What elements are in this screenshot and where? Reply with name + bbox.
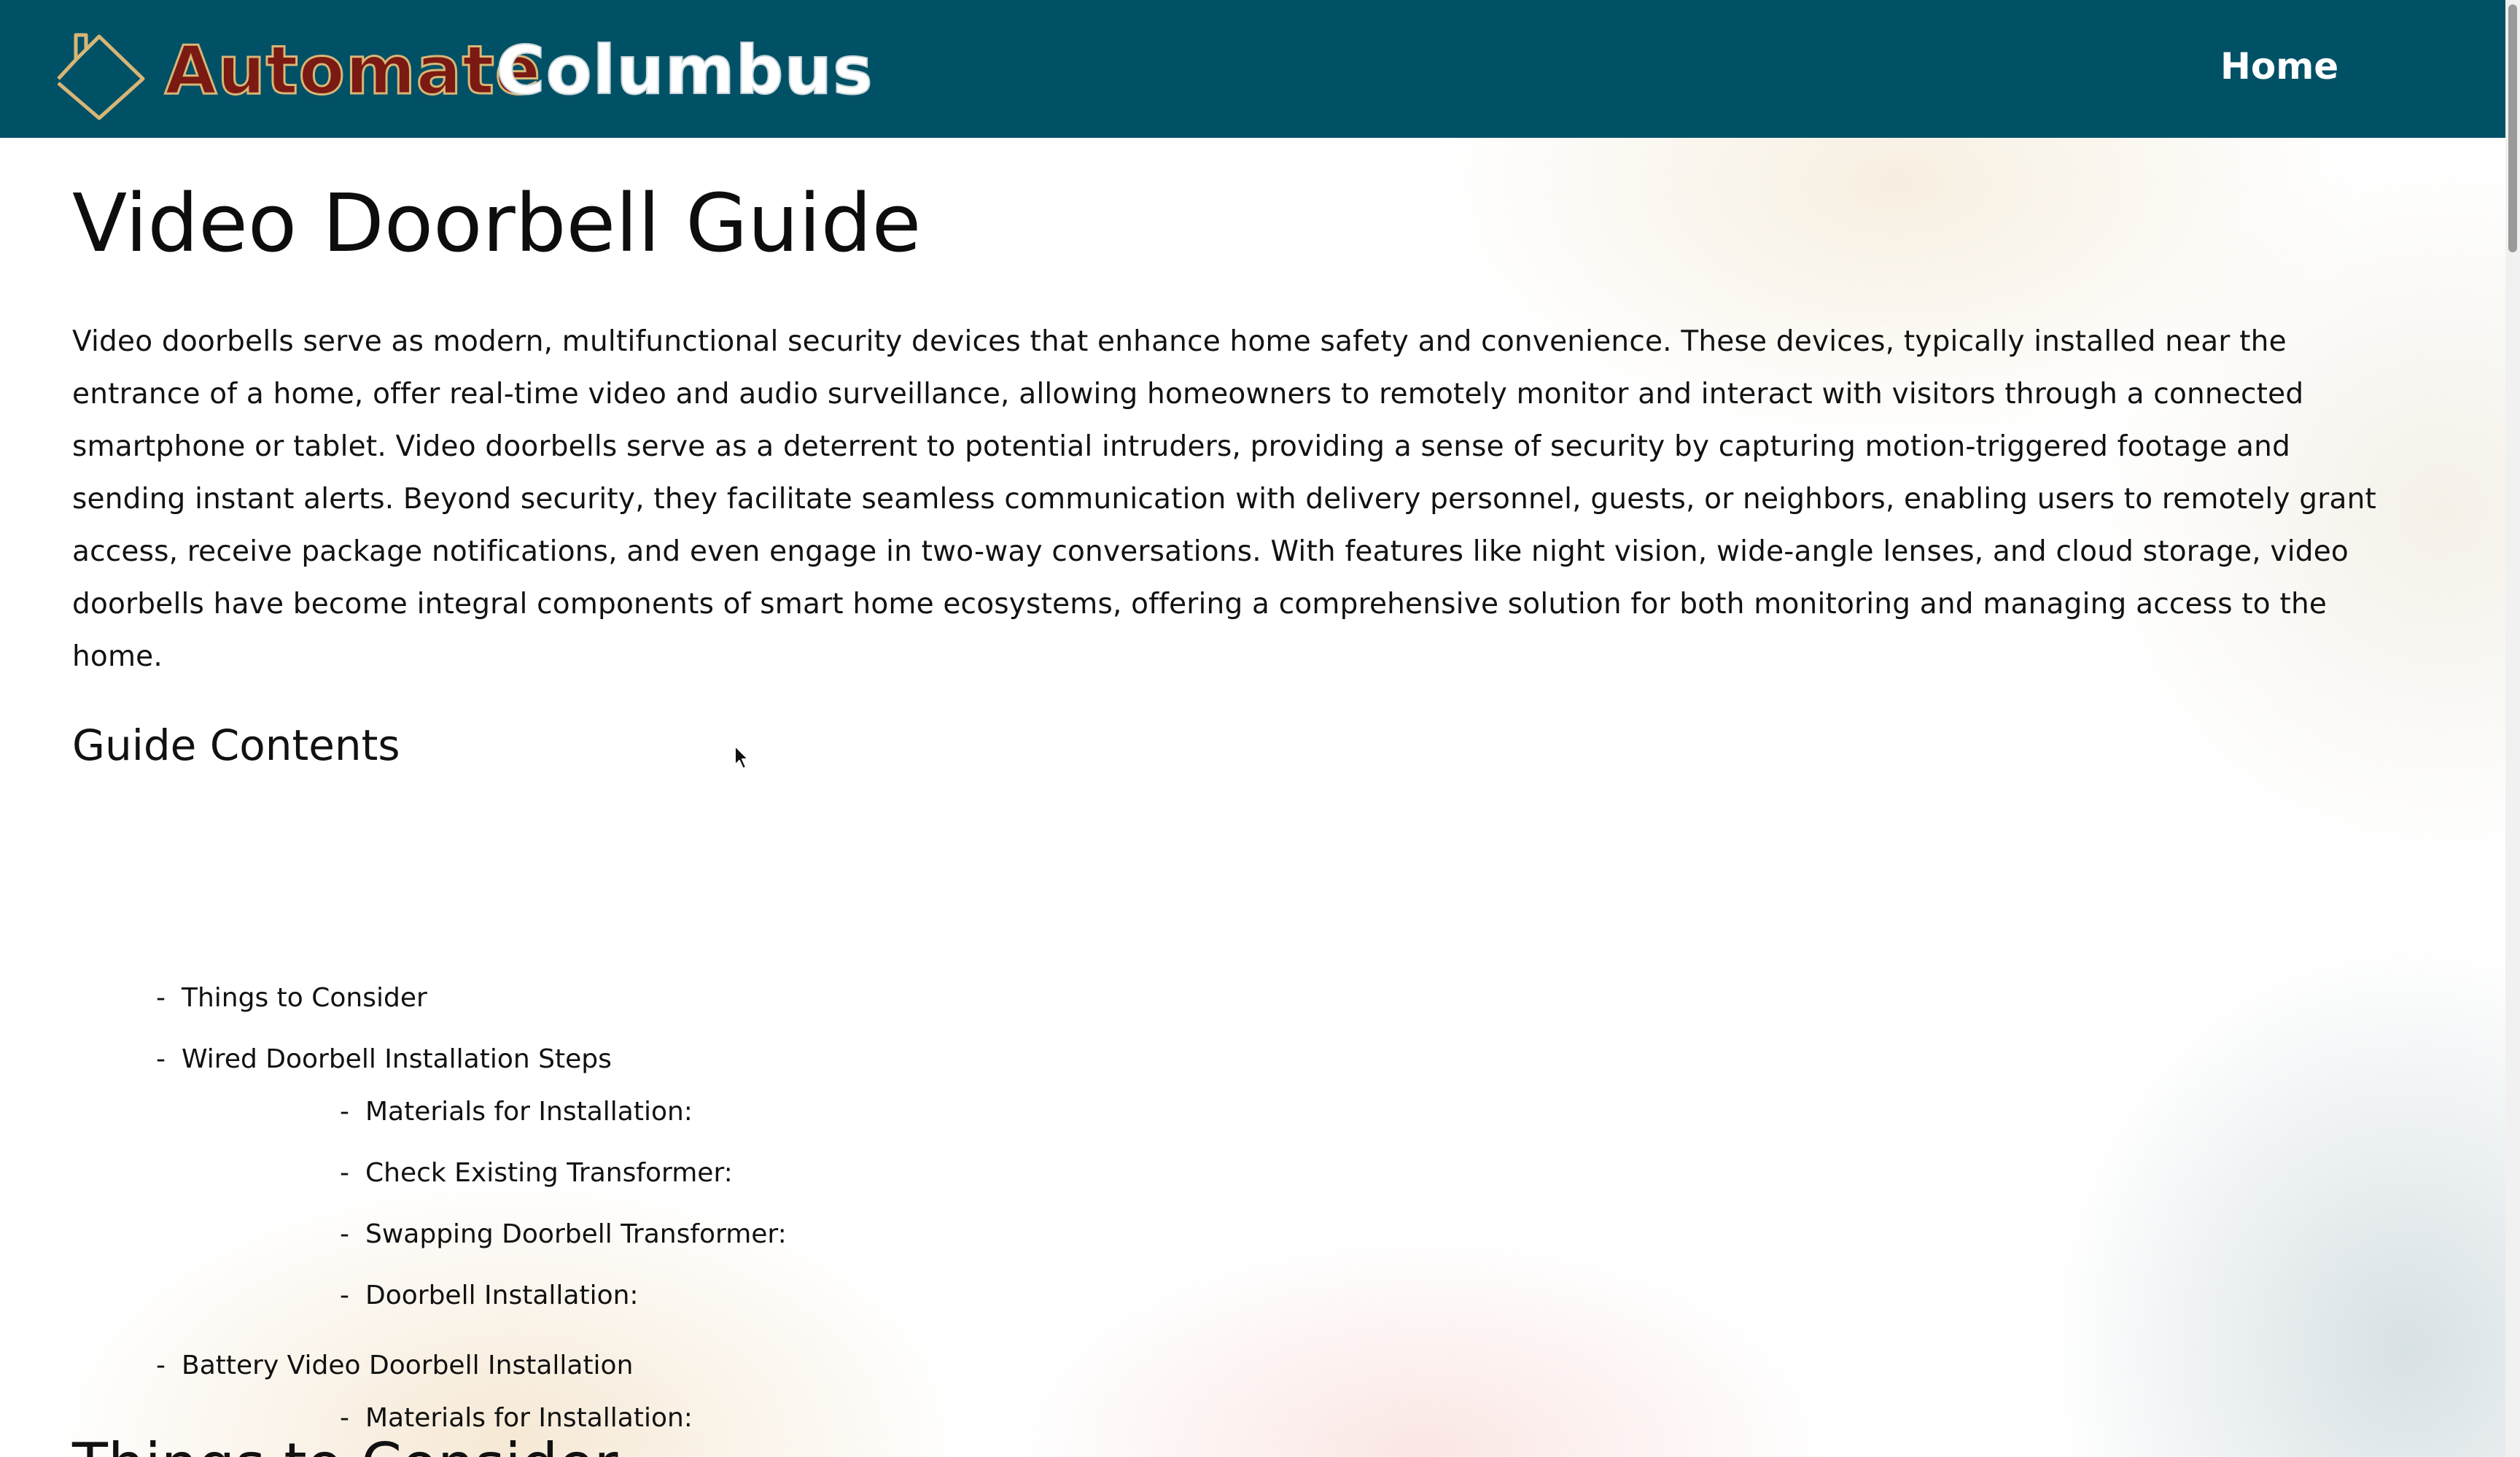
toc-subitem-wired-materials[interactable]: - Materials for Installation: (340, 1095, 693, 1130)
toc-subitem-check-transformer[interactable]: - Check Existing Transformer: (340, 1156, 733, 1191)
mouse-pointer-icon (734, 745, 749, 769)
toc-dash: - (156, 1351, 166, 1380)
toc-item-label: Things to Consider (182, 983, 427, 1013)
brand-name-part1[interactable]: Automate (163, 31, 541, 111)
toc-item-battery-installation[interactable]: - Battery Video Doorbell Installation (156, 1348, 633, 1383)
toc-heading: Guide Contents (72, 720, 400, 770)
nav-home-link[interactable]: Home (2220, 42, 2338, 90)
toc-dash: - (340, 1281, 349, 1310)
site-header: Automate Columbus Home (0, 0, 2505, 138)
brand-name-part2[interactable]: Columbus (495, 31, 874, 111)
toc-dash: - (340, 1219, 349, 1249)
scrollbar-thumb[interactable] (2508, 4, 2517, 252)
toc-item-label: Wired Doorbell Installation Steps (182, 1044, 612, 1074)
toc-dash: - (156, 1044, 166, 1074)
intro-paragraph: Video doorbells serve as modern, multifu… (72, 325, 2376, 673)
toc-dash: - (340, 1097, 349, 1127)
toc-subitem-doorbell-installation[interactable]: - Doorbell Installation: (340, 1278, 639, 1313)
section-heading-things-to-consider: Things to Consider (72, 1429, 618, 1457)
toc-item-wired-installation[interactable]: - Wired Doorbell Installation Steps (156, 1042, 612, 1077)
toc-dash: - (156, 983, 166, 1013)
toc-item-label: Swapping Doorbell Transformer: (365, 1219, 787, 1249)
page-title: Video Doorbell Guide (72, 176, 922, 270)
toc-item-label: Doorbell Installation: (365, 1281, 639, 1310)
toc-item-label: Battery Video Doorbell Installation (182, 1351, 634, 1380)
toc-item-things-to-consider[interactable]: - Things to Consider (156, 981, 427, 1016)
page-scrollbar[interactable] (2505, 0, 2520, 1457)
toc-item-label: Check Existing Transformer: (365, 1158, 733, 1188)
toc-subitem-swap-transformer[interactable]: - Swapping Doorbell Transformer: (340, 1217, 787, 1252)
house-outline-icon[interactable] (51, 26, 149, 121)
toc-dash: - (340, 1158, 349, 1188)
toc-item-label: Materials for Installation: (365, 1097, 693, 1127)
